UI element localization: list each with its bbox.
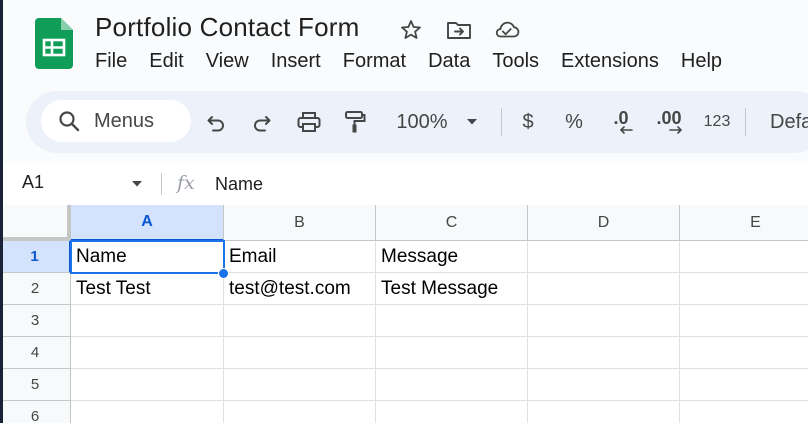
zoom-dropdown-icon[interactable] xyxy=(464,108,480,136)
menu-insert[interactable]: Insert xyxy=(260,48,332,76)
menu-format[interactable]: Format xyxy=(332,48,417,76)
cell-c6[interactable] xyxy=(376,401,528,423)
spreadsheet-grid: A B C D E 1 2 3 4 5 6 Name Email Message… xyxy=(0,205,808,423)
cell-e2[interactable] xyxy=(680,273,808,305)
percent-format-button[interactable]: % xyxy=(562,108,586,136)
toolbar-divider xyxy=(745,108,746,136)
font-family-value: Defa xyxy=(770,110,808,133)
row-header-5[interactable]: 5 xyxy=(0,369,71,401)
menubar: File Edit View Insert Format Data Tools … xyxy=(84,48,733,76)
toolbar: Menus 100% $ % .0 .00 123 Defa xyxy=(26,91,808,153)
menu-data[interactable]: Data xyxy=(417,48,481,76)
formula-input[interactable]: Name xyxy=(215,174,263,195)
redo-button[interactable] xyxy=(248,108,276,136)
column-header-d[interactable]: D xyxy=(528,205,680,241)
cell-b4[interactable] xyxy=(224,337,376,369)
column-header-c[interactable]: C xyxy=(376,205,528,241)
search-icon xyxy=(59,111,80,132)
more-formats-label: 123 xyxy=(703,113,731,130)
cell-e5[interactable] xyxy=(680,369,808,401)
menu-extensions[interactable]: Extensions xyxy=(550,48,670,76)
row-header-2[interactable]: 2 xyxy=(0,273,71,305)
increase-decimal-button[interactable]: .00 xyxy=(651,108,687,136)
cell-a1[interactable]: Name xyxy=(71,241,224,273)
menu-help[interactable]: Help xyxy=(670,48,733,76)
window-edge xyxy=(0,0,3,423)
move-to-folder-icon[interactable] xyxy=(445,16,473,44)
font-family-select[interactable]: Defa xyxy=(770,108,808,136)
sheets-logo-icon[interactable] xyxy=(35,18,73,69)
undo-button[interactable] xyxy=(202,108,230,136)
percent-label: % xyxy=(565,110,583,133)
document-title[interactable]: Portfolio Contact Form xyxy=(95,12,360,43)
arrow-right-icon xyxy=(669,126,683,134)
cell-a4[interactable] xyxy=(71,337,224,369)
cloud-saved-icon[interactable] xyxy=(493,16,521,44)
search-menus-button[interactable]: Menus xyxy=(41,100,191,142)
print-button[interactable] xyxy=(294,108,324,136)
cell-c5[interactable] xyxy=(376,369,528,401)
column-header-e[interactable]: E xyxy=(680,205,808,241)
menu-view[interactable]: View xyxy=(195,48,260,76)
cell-d5[interactable] xyxy=(528,369,680,401)
print-icon xyxy=(297,112,321,132)
star-icon[interactable] xyxy=(397,16,425,44)
cell-d2[interactable] xyxy=(528,273,680,305)
cell-a5[interactable] xyxy=(71,369,224,401)
fx-icon: fx xyxy=(177,172,195,194)
cell-d6[interactable] xyxy=(528,401,680,423)
zoom-select[interactable]: 100% xyxy=(390,108,454,136)
name-box[interactable]: A1 xyxy=(22,172,44,193)
decrease-decimal-button[interactable]: .0 xyxy=(606,108,636,136)
menu-tools[interactable]: Tools xyxy=(481,48,550,76)
cell-a6[interactable] xyxy=(71,401,224,423)
cell-c3[interactable] xyxy=(376,305,528,337)
increase-decimal-label: .00 xyxy=(656,108,682,128)
row-header-6[interactable]: 6 xyxy=(0,401,71,423)
search-menus-label: Menus xyxy=(94,109,155,132)
cell-b2[interactable]: test@test.com xyxy=(224,273,376,305)
cell-e4[interactable] xyxy=(680,337,808,369)
paint-format-button[interactable] xyxy=(341,108,369,136)
row-header-4[interactable]: 4 xyxy=(0,337,71,369)
currency-format-button[interactable]: $ xyxy=(516,108,540,136)
cell-c1[interactable]: Message xyxy=(376,241,528,273)
cell-e3[interactable] xyxy=(680,305,808,337)
select-all-corner[interactable] xyxy=(0,205,71,241)
menu-edit[interactable]: Edit xyxy=(138,48,194,76)
cell-a3[interactable] xyxy=(71,305,224,337)
cell-b5[interactable] xyxy=(224,369,376,401)
undo-icon xyxy=(207,116,224,132)
header: Portfolio Contact Form File Edit View In… xyxy=(0,0,808,88)
row-header-1[interactable]: 1 xyxy=(0,241,71,273)
cell-c4[interactable] xyxy=(376,337,528,369)
cell-e6[interactable] xyxy=(680,401,808,423)
cell-d1[interactable] xyxy=(528,241,680,273)
cell-b1[interactable]: Email xyxy=(224,241,376,273)
redo-icon xyxy=(254,116,271,132)
zoom-value: 100% xyxy=(396,110,448,133)
column-header-b[interactable]: B xyxy=(224,205,376,241)
fill-handle[interactable] xyxy=(218,268,229,279)
row-header-3[interactable]: 3 xyxy=(0,305,71,337)
cell-b6[interactable] xyxy=(224,401,376,423)
toolbar-divider xyxy=(501,108,502,136)
decrease-decimal-label: .0 xyxy=(613,108,629,128)
formula-bar-divider xyxy=(161,173,162,195)
currency-label: $ xyxy=(522,110,534,133)
cell-a2[interactable]: Test Test xyxy=(71,273,224,305)
arrow-left-icon xyxy=(619,126,633,134)
menu-file[interactable]: File xyxy=(84,48,138,76)
more-formats-button[interactable]: 123 xyxy=(700,108,734,136)
cell-b3[interactable] xyxy=(224,305,376,337)
paint-format-icon xyxy=(345,111,366,133)
cell-e1[interactable] xyxy=(680,241,808,273)
formula-bar: A1 fx Name xyxy=(0,163,808,205)
name-box-dropdown-icon[interactable] xyxy=(131,180,143,188)
cell-d3[interactable] xyxy=(528,305,680,337)
cell-c2[interactable]: Test Message xyxy=(376,273,528,305)
cell-d4[interactable] xyxy=(528,337,680,369)
column-header-a[interactable]: A xyxy=(71,205,224,241)
